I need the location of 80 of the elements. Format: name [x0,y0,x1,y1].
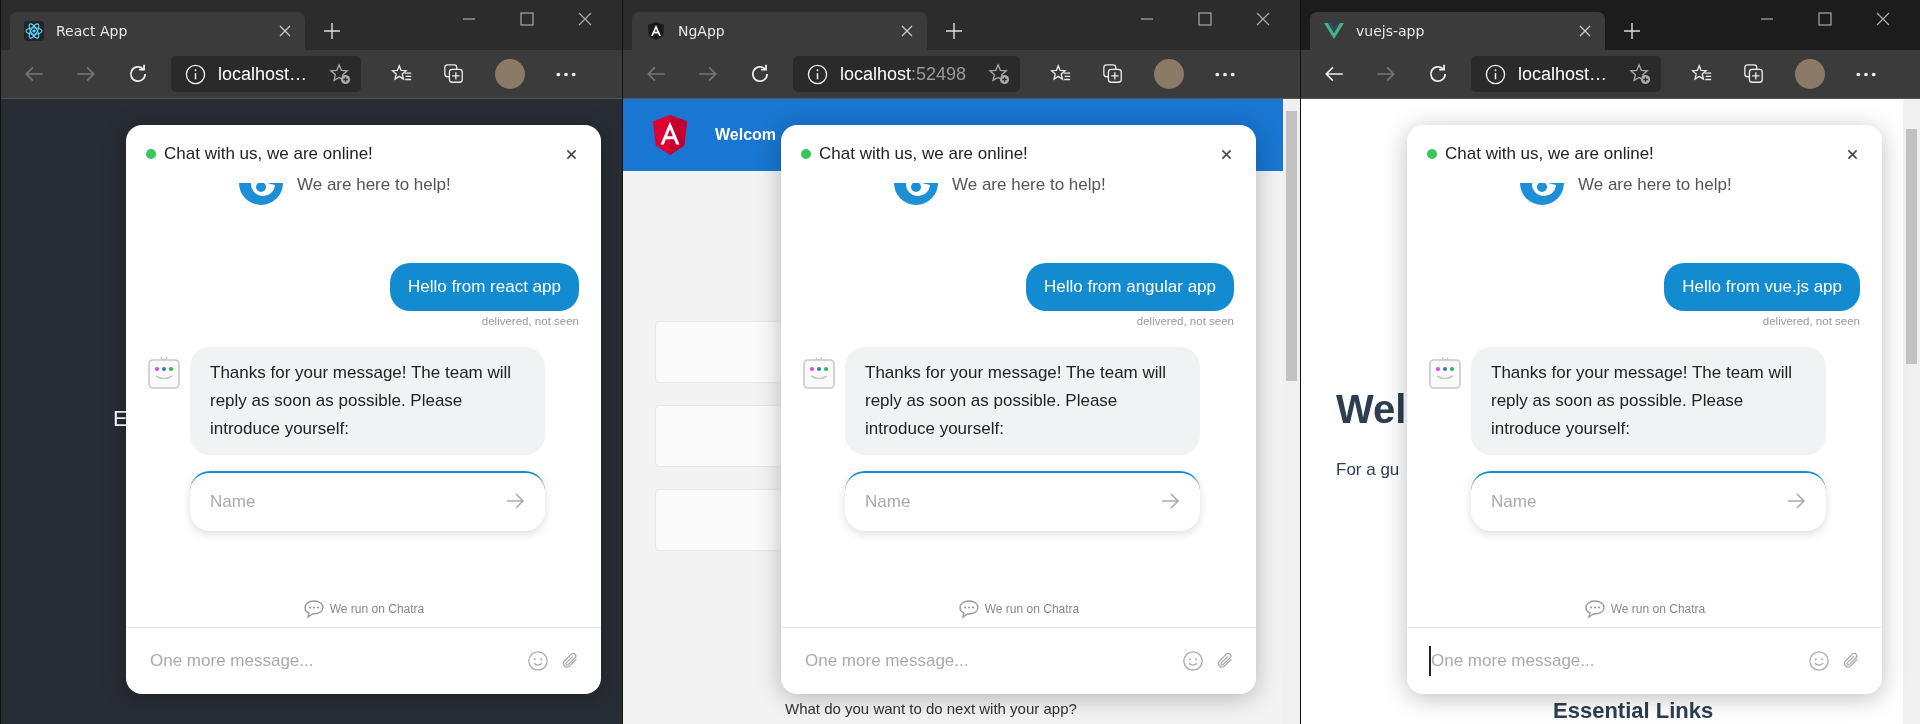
section-heading: Essential Links [1553,698,1714,724]
page-text: What do you want to do next with your app? [785,700,1078,717]
plus-icon[interactable] [1623,22,1641,40]
message-field[interactable]: One more message... [1429,646,1798,676]
swirl-logo-icon [237,183,285,207]
refresh-icon[interactable] [127,63,149,85]
star-plus-icon[interactable] [329,63,352,85]
atom-icon [24,21,44,41]
close-icon[interactable] [1876,12,1890,26]
help-text: We are here to help! [952,175,1106,195]
help-text: We are here to help! [1578,175,1732,195]
close-icon[interactable] [1847,148,1858,160]
close-icon[interactable] [578,12,592,26]
address-bar[interactable]: localhost… [1471,56,1662,92]
sent-message: Hello from react app [389,263,579,311]
chat-title: Chat with us, we are online! [819,144,1029,164]
bot-avatar-icon [1429,355,1461,389]
swirl-logo-icon [892,183,940,207]
name-field[interactable]: Name [845,471,1200,531]
info-icon[interactable] [807,63,828,85]
scrollbar[interactable] [1903,99,1920,724]
plus-icon[interactable] [945,22,963,40]
page-text: E [113,406,128,431]
chat-title: Chat with us, we are online! [1445,144,1655,164]
refresh-icon[interactable] [1427,63,1449,85]
address-bar[interactable]: localhost:52498 [793,56,1021,92]
refresh-icon[interactable] [749,63,771,85]
collections-icon[interactable] [443,63,466,85]
chat-title: Chat with us, we are online! [164,144,374,164]
bot-avatar-icon [148,355,180,389]
collections-icon[interactable] [1102,63,1125,85]
received-message: Thanks for your message! The team will reply as soon as possible. Please introduce yourself: [190,347,545,455]
info-icon[interactable] [1485,63,1506,85]
sent-message: Hello from vue.js app [1664,263,1860,311]
powered-by-link[interactable]: We run on Chatra [329,602,425,616]
swirl-logo-icon [1518,183,1566,207]
page-heading: Wel [1336,387,1407,432]
profile-avatar[interactable] [1154,59,1185,89]
more-icon[interactable] [1855,70,1878,78]
shield-icon [651,114,689,156]
speech-bubble-icon [957,599,980,619]
message-field[interactable]: One more message... [803,646,1172,676]
address-bar[interactable]: localhost… [171,56,362,92]
profile-avatar[interactable] [495,59,526,89]
speech-bubble-icon [1583,599,1606,619]
browser-tab[interactable]: vuejs-app [1310,12,1605,50]
speech-bubble-icon [302,599,325,619]
shield-icon [646,21,666,41]
name-field[interactable]: Name [190,471,545,531]
close-icon[interactable] [1221,148,1232,160]
star-plus-icon[interactable] [1629,63,1652,85]
sent-message: Hello from angular app [1026,263,1234,311]
maximize-icon[interactable] [1198,12,1212,26]
collections-icon[interactable] [1743,63,1766,85]
delivery-status: delivered, not seen [1762,315,1860,327]
browser-tab[interactable]: React App [10,12,305,50]
browser-tab[interactable]: NgApp [632,12,927,50]
maximize-icon[interactable] [520,12,534,26]
chevron-logo-icon [1324,21,1344,41]
powered-by-link[interactable]: We run on Chatra [984,602,1080,616]
delivery-status: delivered, not seen [1136,315,1234,327]
help-text: We are here to help! [297,175,451,195]
more-icon[interactable] [555,70,578,78]
message-field[interactable]: One more message... [148,646,517,676]
maximize-icon[interactable] [1818,12,1832,26]
close-icon[interactable] [566,148,577,160]
received-message: Thanks for your message! The team will reply as soon as possible. Please introduce yourself: [1471,347,1826,455]
more-icon[interactable] [1214,70,1237,78]
bot-avatar-icon [803,355,835,389]
received-message: Thanks for your message! The team will reply as soon as possible. Please introduce yourself: [845,347,1200,455]
close-icon[interactable] [1256,12,1270,26]
delivery-status: delivered, not seen [481,315,579,327]
star-plus-icon[interactable] [988,63,1011,85]
info-icon[interactable] [185,63,206,85]
powered-by-link[interactable]: We run on Chatra [1610,602,1706,616]
profile-avatar[interactable] [1795,59,1826,89]
name-field[interactable]: Name [1471,471,1826,531]
page-title: Welcom [715,126,777,144]
page-text: For a gu [1336,460,1400,480]
plus-icon[interactable] [323,22,341,40]
